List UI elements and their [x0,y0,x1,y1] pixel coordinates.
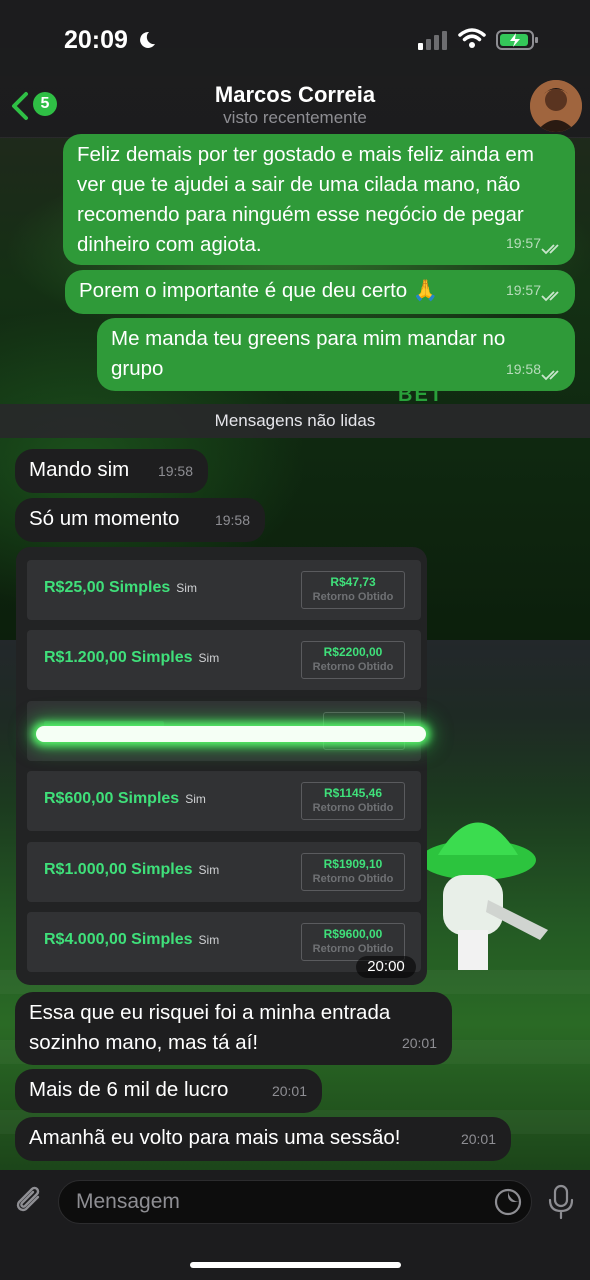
bet-stake: R$1.000,00 Simples Sim [44,861,220,878]
scribble-redaction [36,726,426,742]
bet-row: R$25,00 Simples Sim R$47,73 Retorno Obtido [27,560,421,620]
message-text: Feliz demais por ter gostado e mais feli… [77,143,534,256]
message-text: Porem o importante é que deu certo 🙏 [79,279,439,302]
message-text: Só um momento [29,507,180,530]
sticker-icon[interactable] [494,1188,522,1216]
bet-row: R$1.200,00 Simples Sim R$2200,00 Retorno O… [27,630,421,690]
clock: 20:09 [64,26,128,54]
return-value: R$9600,00 [323,927,383,941]
message-time: 19:58 [214,512,250,528]
return-label: Retorno Obtido [312,873,394,885]
wifi-icon [458,28,486,48]
contact-name[interactable]: Marcos Correia [0,82,590,108]
bet-selection: Sim [198,863,220,877]
read-checkmarks-icon [541,244,559,255]
outgoing-message[interactable]: Feliz demais por ter gostado e mais feli… [63,134,575,265]
bet-selection: Sim [198,651,220,665]
battery-charging-icon [496,30,538,50]
message-time: 20:01 [271,1083,307,1099]
status-bar: 20:09 [0,0,590,80]
bet-stake: R$25,00 Simples Sim [44,579,197,596]
incoming-message[interactable]: Só um momento 19:58 [15,498,265,542]
message-text: Essa que eu risquei foi a minha entrada … [29,1001,391,1054]
avatar-image [530,80,582,132]
return-label: Retorno Obtido [312,661,394,673]
read-checkmarks-icon [541,370,559,381]
message-text: Mando sim [29,458,130,481]
return-value: R$47,73 [330,575,376,589]
return-box: R$47,73 Retorno Obtido [301,571,405,609]
message-time: 19:58 [505,361,541,377]
bet-row: R$600,00 Simples Sim R$1145,46 Retorno Obt… [27,771,421,831]
unread-messages-divider: Mensagens não lidas [0,404,590,438]
return-value: R$2200,00 [323,645,383,659]
message-time: 20:01 [401,1035,437,1051]
bet-stake: R$4.000,00 Simples Sim [44,931,220,948]
contact-status: visto recentemente [223,108,367,127]
return-value: R$1909,10 [323,857,383,871]
mascot-illustration [420,822,548,970]
message-input-placeholder: Mensagem [76,1190,180,1213]
message-text: Me manda teu greens para mim mandar no g… [111,327,506,380]
outgoing-message[interactable]: Me manda teu greens para mim mandar no g… [97,318,575,391]
signal-icon [418,31,447,50]
microphone-icon[interactable] [548,1184,574,1220]
image-time: 20:00 [356,956,416,978]
bet-stake: R$1.200,00 Simples Sim [44,649,220,666]
bet-selection: Sim [176,581,197,595]
bet-selection: Sim [185,792,206,806]
bet-row: R$1.000,00 Simples Sim R$1909,10 Retorno O… [27,842,421,902]
message-text: Amanhã eu volto para mais uma sessão! [29,1126,401,1149]
message-time: 20:01 [460,1131,496,1147]
incoming-message[interactable]: Amanhã eu volto para mais uma sessão! 20… [15,1117,511,1161]
incoming-message[interactable]: Mais de 6 mil de lucro 20:01 [15,1069,322,1113]
return-value: R$1145,46 [323,786,383,800]
return-box: R$1909,10 Retorno Obtido [301,853,405,891]
avatar[interactable] [530,80,582,132]
read-checkmarks-icon [541,291,559,302]
message-time: 19:58 [157,463,193,479]
return-box: R$2200,00 Retorno Obtido [301,641,405,679]
incoming-message[interactable]: Essa que eu risquei foi a minha entrada … [15,992,452,1065]
return-label: Retorno Obtido [312,943,394,955]
paperclip-icon[interactable] [14,1185,46,1219]
message-time: 19:57 [505,282,541,298]
return-label: Retorno Obtido [312,591,394,603]
moon-icon [140,31,155,48]
home-indicator [190,1262,401,1268]
incoming-message[interactable]: Mando sim 19:58 [15,449,208,493]
message-text: Mais de 6 mil de lucro [29,1078,229,1101]
bet-stake: R$600,00 Simples Sim [44,790,206,807]
bet-screenshot-image[interactable]: R$25,00 Simples Sim R$47,73 Retorno Obtido… [16,547,427,985]
bet-selection: Sim [198,933,220,947]
return-box: R$1145,46 Retorno Obtido [301,782,405,820]
outgoing-message[interactable]: Porem o importante é que deu certo 🙏 19:… [65,270,575,314]
return-label: Retorno Obtido [312,802,394,814]
message-time: 19:57 [505,235,541,251]
